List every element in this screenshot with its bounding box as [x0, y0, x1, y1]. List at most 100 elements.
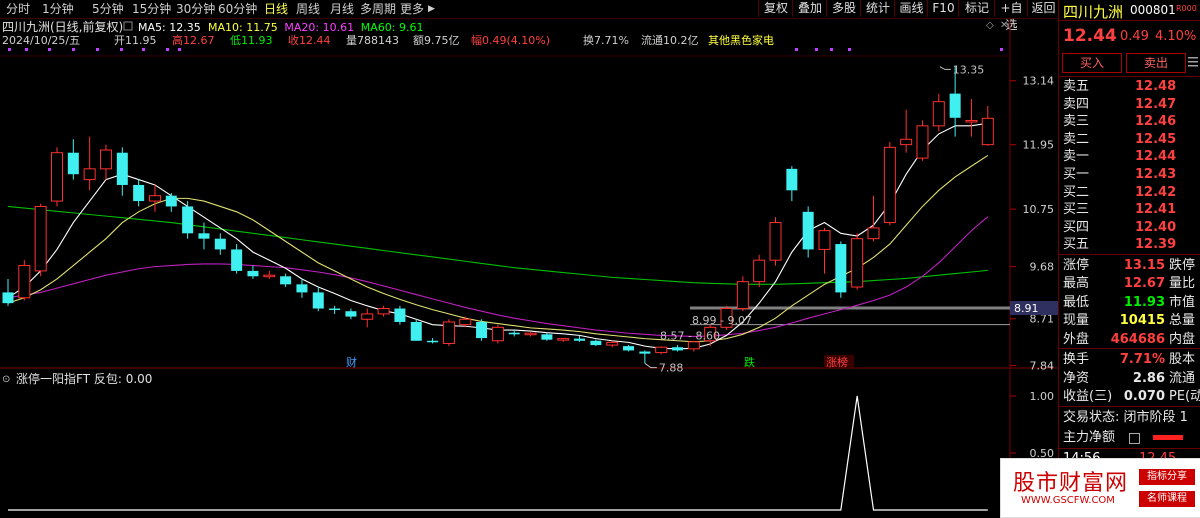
toolbar-button[interactable]: F10: [927, 0, 959, 17]
order-book-row[interactable]: 卖二 12.45: [1063, 131, 1176, 149]
candle-body[interactable]: [672, 347, 684, 351]
candle-body[interactable]: [442, 321, 455, 344]
order-book-row[interactable]: 买二 12.42: [1063, 184, 1176, 202]
period-tab[interactable]: 日线: [264, 1, 288, 17]
toolbar-button[interactable]: 多股: [826, 0, 861, 17]
toolbar-button[interactable]: +自选: [994, 0, 1028, 32]
period-tab[interactable]: 更多: [400, 1, 424, 17]
order-book-row[interactable]: 卖五 12.48: [1063, 78, 1176, 96]
candle-body[interactable]: [590, 340, 602, 346]
candle-body[interactable]: [99, 149, 112, 170]
candle-body[interactable]: [50, 152, 63, 202]
toolbar-button[interactable]: 标记: [958, 0, 995, 17]
candle-body[interactable]: [949, 93, 961, 118]
candle-body[interactable]: [508, 332, 520, 335]
order-book-row[interactable]: 买一 12.43: [1063, 166, 1176, 184]
candle-body[interactable]: [802, 211, 814, 250]
toolbar-button[interactable]: 统计: [860, 0, 895, 17]
order-book-row[interactable]: 买五 12.39: [1063, 236, 1176, 254]
candle-body[interactable]: [329, 308, 341, 311]
order-book-row[interactable]: 买三 12.41: [1063, 201, 1176, 219]
candle-body[interactable]: [427, 340, 439, 343]
candle-body[interactable]: [867, 227, 880, 240]
candle-body[interactable]: [148, 195, 161, 202]
candle-body[interactable]: [2, 292, 14, 304]
flow-icon[interactable]: [1129, 433, 1140, 444]
candle-body[interactable]: [34, 205, 47, 272]
candle-body[interactable]: [312, 292, 324, 309]
candle-body[interactable]: [851, 238, 864, 288]
candle-body[interactable]: [883, 146, 896, 224]
stat-row: 现量 10415 总量: [1063, 311, 1195, 330]
candle-body[interactable]: [557, 338, 570, 341]
candle-body[interactable]: [361, 313, 374, 320]
candle-body[interactable]: [900, 138, 913, 146]
candle-body[interactable]: [491, 326, 504, 342]
candle-body[interactable]: [818, 230, 831, 250]
more-arrow-icon[interactable]: ▶: [428, 1, 435, 17]
candle-body[interactable]: [835, 244, 847, 293]
menu-icon[interactable]: [1187, 55, 1199, 69]
candle-body[interactable]: [133, 184, 145, 202]
candle-body[interactable]: [165, 195, 177, 207]
candle-body[interactable]: [932, 101, 945, 127]
candle-body[interactable]: [83, 168, 96, 181]
order-book-row[interactable]: 卖一 12.44: [1063, 148, 1176, 166]
period-tab[interactable]: 60分钟: [218, 1, 257, 17]
candle-body[interactable]: [981, 117, 994, 146]
candle-body[interactable]: [116, 152, 128, 185]
candle-body[interactable]: [524, 332, 537, 336]
candle-body[interactable]: [541, 334, 553, 340]
candle-body[interactable]: [345, 311, 357, 317]
order-book-row[interactable]: 买四 12.40: [1063, 219, 1176, 237]
candle-body[interactable]: [214, 238, 226, 250]
candle-body[interactable]: [476, 321, 488, 339]
period-tab[interactable]: 15分钟: [132, 1, 171, 17]
period-tab[interactable]: 30分钟: [176, 1, 215, 17]
candle-body[interactable]: [231, 249, 243, 271]
period-tab[interactable]: 周线: [296, 1, 320, 17]
candle-body[interactable]: [786, 168, 798, 191]
candle-body[interactable]: [18, 265, 31, 299]
candle-body[interactable]: [296, 284, 308, 293]
candle-body[interactable]: [280, 276, 292, 285]
candle-body[interactable]: [67, 152, 79, 175]
candle-body[interactable]: [753, 259, 766, 283]
period-tab[interactable]: 月线: [330, 1, 354, 17]
candle-body[interactable]: [394, 308, 406, 322]
candle-body[interactable]: [410, 321, 422, 341]
candle-body[interactable]: [247, 270, 259, 277]
candle-body[interactable]: [639, 351, 651, 354]
candle-body[interactable]: [198, 233, 210, 239]
period-tab[interactable]: 分时: [6, 1, 30, 17]
settings-icon[interactable]: [123, 21, 133, 31]
candle-body[interactable]: [965, 119, 978, 123]
order-book-row[interactable]: 卖三 12.46: [1063, 113, 1176, 131]
order-book-row[interactable]: 卖四 12.47: [1063, 96, 1176, 114]
candle-body[interactable]: [182, 206, 194, 234]
toolbar-button[interactable]: 返回: [1027, 0, 1059, 17]
candle-body[interactable]: [916, 125, 929, 159]
sell-button[interactable]: 卖出: [1126, 53, 1186, 73]
stat-row: 收益(三) 0.070 PE(动: [1063, 387, 1200, 406]
candle-body[interactable]: [736, 281, 749, 310]
candle-body[interactable]: [769, 222, 782, 261]
period-tab[interactable]: 1分钟: [42, 1, 74, 17]
period-tab[interactable]: 多周期: [360, 1, 396, 17]
candle-body[interactable]: [459, 318, 472, 326]
stat-label: 换手: [1063, 352, 1090, 367]
candle-body[interactable]: [655, 346, 668, 354]
price-change: 0.49: [1120, 29, 1149, 44]
candle-body[interactable]: [263, 274, 276, 278]
candle-body[interactable]: [687, 341, 700, 350]
toolbar-button[interactable]: 画线: [894, 0, 928, 17]
period-tab[interactable]: 5分钟: [92, 1, 124, 17]
toolbar-button[interactable]: 叠加: [792, 0, 827, 17]
candle-body[interactable]: [574, 338, 586, 341]
candle-body[interactable]: [623, 346, 635, 351]
candle-body[interactable]: [377, 308, 390, 315]
candle-body[interactable]: [606, 341, 619, 346]
kline-chart[interactable]: 四川九洲(日线,前复权) MA5: 12.35 MA10: 11.75 MA20: 1…: [0, 18, 1058, 516]
buy-button[interactable]: 买入: [1062, 53, 1122, 73]
toolbar-button[interactable]: 复权: [758, 0, 793, 17]
